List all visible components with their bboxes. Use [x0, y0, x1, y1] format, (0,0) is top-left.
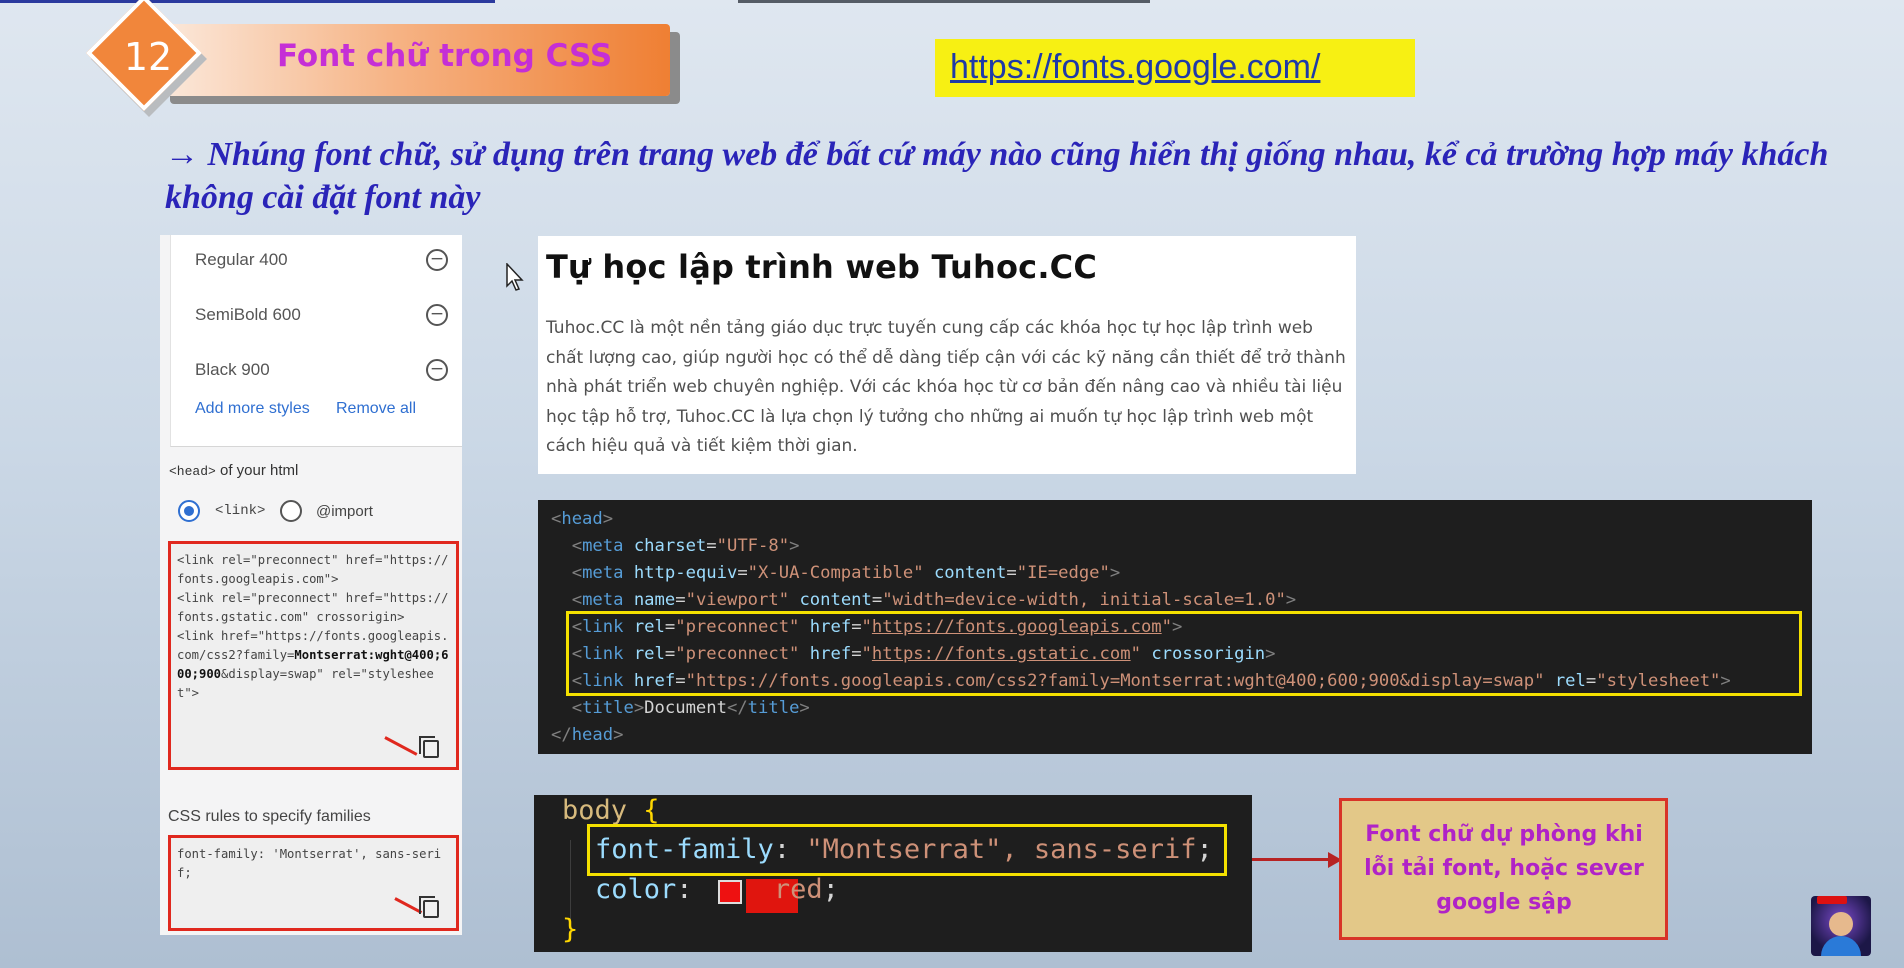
copy-icon[interactable]	[419, 896, 439, 918]
copy-icon[interactable]	[419, 736, 439, 758]
subscribe-badge	[1817, 896, 1847, 904]
import-radio[interactable]	[280, 500, 302, 522]
top-strip	[738, 0, 1150, 3]
embed-code[interactable]: <link rel="preconnect" href="https://fon…	[177, 551, 452, 703]
headline: → Nhúng font chữ, sử dụng trên trang web…	[165, 136, 1829, 216]
remove-all-link[interactable]: Remove all	[336, 400, 416, 418]
style-item-label: Regular 400	[195, 250, 288, 269]
code-line: <meta http-equiv="X-UA-Compatible" conte…	[571, 563, 1121, 583]
remove-style-icon[interactable]: −	[426, 359, 448, 381]
css-rule-code[interactable]: font-family: 'Montserrat', sans-serif;	[177, 845, 452, 883]
top-strip	[0, 0, 495, 3]
slide-number: 12	[123, 35, 173, 79]
mouse-cursor-icon	[506, 263, 524, 291]
style-item-label: SemiBold 600	[195, 305, 301, 324]
add-more-styles-link[interactable]: Add more styles	[195, 400, 310, 418]
code-line: <meta charset="UTF-8">	[571, 536, 800, 556]
remove-style-icon[interactable]: −	[426, 249, 448, 271]
css-line: body {	[562, 795, 660, 826]
code-line: <meta name="viewport" content="width=dev…	[571, 590, 1297, 610]
font-family-highlight	[587, 824, 1227, 876]
preview-paragraph: Tuhoc.CC là một nền tảng giáo dục trực t…	[546, 318, 1346, 457]
code-line: <head>	[551, 509, 614, 529]
css-line: color: red;	[595, 874, 839, 905]
embed-instructions-label: <head> of your html	[169, 462, 298, 479]
import-radio-label: @import	[316, 503, 373, 520]
channel-avatar[interactable]	[1811, 896, 1871, 956]
code-line: <title>Document</title>	[571, 698, 810, 718]
google-fonts-link[interactable]: https://fonts.google.com/	[950, 48, 1320, 87]
link-radio-label: <link>	[215, 503, 266, 519]
preview-title: Tự học lập trình web Tuhoc.CC	[546, 248, 1098, 286]
head-label-text: of your html	[215, 462, 299, 479]
css-rules-label: CSS rules to specify families	[168, 808, 371, 825]
callout-arrow	[1252, 858, 1334, 861]
style-item-label: Black 900	[195, 360, 270, 379]
embed-code-part: <link rel="preconnect" href="https://fon…	[177, 553, 449, 662]
callout-text: Font chữ dự phòng khi lỗi tải font, hoặc…	[1364, 822, 1644, 915]
remove-style-icon[interactable]: −	[426, 304, 448, 326]
code-line: </head>	[551, 725, 624, 745]
link-lines-highlight	[566, 611, 1802, 696]
link-radio[interactable]	[178, 500, 200, 522]
head-tag-label: <head>	[169, 464, 216, 479]
slide-title: Font chữ trong CSS	[277, 38, 613, 74]
css-line: }	[562, 914, 579, 945]
